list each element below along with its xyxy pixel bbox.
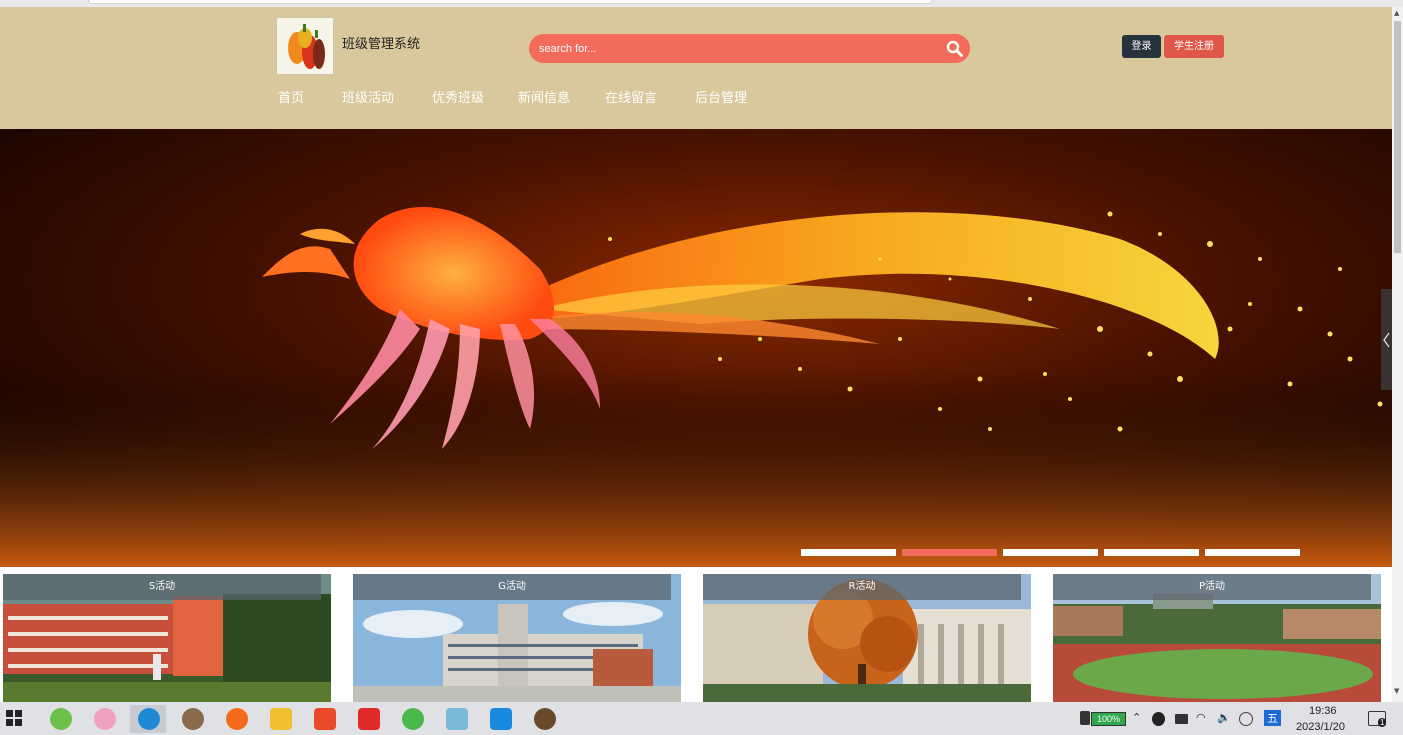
search-input[interactable] [539, 40, 919, 58]
edge-browser-icon[interactable] [138, 708, 160, 730]
browser-address-tab[interactable] [88, 0, 933, 4]
hero-banner-carousel[interactable] [0, 129, 1392, 567]
activity-card-r[interactable]: R活动 [703, 574, 1031, 702]
scrollbar-thumb[interactable] [1394, 21, 1401, 253]
nav-item-class-activities[interactable]: 班级活动 [342, 87, 394, 106]
scroll-down-arrow[interactable]: ▼ [1394, 687, 1399, 695]
site-logo[interactable] [276, 17, 334, 75]
activity-card-s[interactable]: S活动 [3, 574, 331, 702]
volume-icon[interactable]: 🔈 [1217, 711, 1231, 724]
search-bar [529, 34, 970, 63]
site-header: 班级管理系统 登录 学生注册 首页 班级活动 优秀班级 新闻信息 在线留言 后台… [0, 7, 1392, 129]
battery-tray-icon[interactable] [1175, 714, 1188, 724]
app-icon-blue-doc[interactable] [446, 708, 468, 730]
phoenix-banner-image [0, 129, 1392, 567]
app-icon-brown[interactable] [182, 708, 204, 730]
carousel-dot-3[interactable] [1003, 549, 1098, 556]
search-icon[interactable] [946, 40, 963, 57]
card-label-s: S活动 [3, 574, 321, 600]
student-register-button[interactable]: 学生注册 [1164, 35, 1224, 58]
app-icon-orange[interactable] [226, 708, 248, 730]
clock-time[interactable]: 19:36 [1309, 705, 1337, 717]
qq-tray-icon[interactable] [1152, 712, 1165, 726]
ime-indicator[interactable]: 五 [1264, 710, 1281, 726]
app-icon-green-ball[interactable] [50, 708, 72, 730]
windows-taskbar: 100% ⌃ ◠ 🔈 五 19:36 2023/1/20 1 [0, 702, 1403, 735]
app-icon-green-e[interactable] [402, 708, 424, 730]
notification-count-badge: 1 [1378, 718, 1387, 727]
tray-expand-icon[interactable]: ⌃ [1132, 711, 1141, 724]
nav-item-home[interactable]: 首页 [278, 87, 304, 106]
file-explorer-icon[interactable] [270, 708, 292, 730]
site-title: 班级管理系统 [342, 37, 421, 52]
carousel-dot-2-active[interactable] [902, 549, 997, 556]
page-viewport: 班级管理系统 登录 学生注册 首页 班级活动 优秀班级 新闻信息 在线留言 后台… [0, 7, 1392, 702]
activity-cards: S活动 G活动 R活动 P活动 [0, 574, 1392, 702]
nav-item-excellent-classes[interactable]: 优秀班级 [432, 87, 484, 106]
nav-item-news[interactable]: 新闻信息 [518, 87, 570, 106]
app-icon-red[interactable] [358, 708, 380, 730]
close-circle-icon[interactable] [1239, 712, 1253, 726]
vertical-scrollbar[interactable]: ▲ ▼ [1392, 7, 1403, 702]
wifi-icon[interactable]: ◠ [1196, 711, 1206, 724]
app-icon-avatar[interactable] [94, 708, 116, 730]
card-label-p: P活动 [1053, 574, 1371, 600]
browser-tab-strip [0, 0, 1403, 7]
nav-item-online-message[interactable]: 在线留言 [605, 87, 657, 106]
windows-start-icon[interactable] [6, 710, 24, 732]
activity-card-g[interactable]: G活动 [353, 574, 681, 702]
carousel-dot-1[interactable] [801, 549, 896, 556]
card-label-r: R活动 [703, 574, 1021, 600]
sidebar-toggle-arrow[interactable] [1381, 289, 1392, 390]
app-icon-blue-t[interactable] [490, 708, 512, 730]
clock-date[interactable]: 2023/1/20 [1296, 721, 1345, 733]
activity-card-p[interactable]: P活动 [1053, 574, 1381, 702]
card-label-g: G活动 [353, 574, 671, 600]
wps-office-icon[interactable] [314, 708, 336, 730]
carousel-dot-4[interactable] [1104, 549, 1199, 556]
login-button[interactable]: 登录 [1122, 35, 1161, 58]
app-icon-gear-dark[interactable] [534, 708, 556, 730]
scroll-up-arrow[interactable]: ▲ [1394, 9, 1399, 17]
carousel-dot-5[interactable] [1205, 549, 1300, 556]
power-plug-icon [1080, 711, 1090, 725]
nav-item-admin[interactable]: 后台管理 [695, 87, 747, 106]
battery-indicator[interactable]: 100% [1091, 712, 1126, 726]
